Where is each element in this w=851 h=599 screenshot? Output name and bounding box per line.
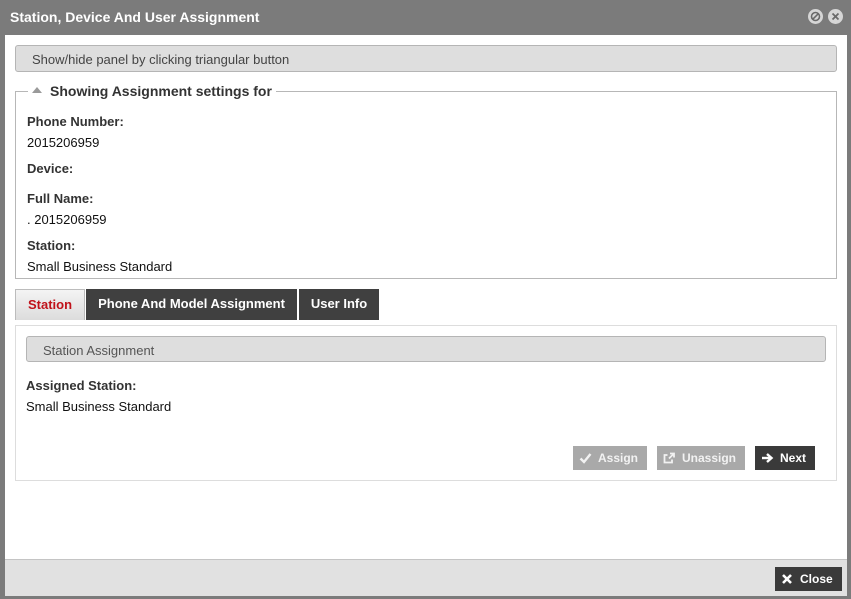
station-assignment-title: Station Assignment (43, 343, 155, 358)
dialog-content: Show/hide panel by clicking triangular b… (5, 35, 847, 559)
assign-label: Assign (598, 451, 639, 465)
full-name-value: . 2015206959 (27, 212, 107, 227)
station-label: Station: (27, 238, 76, 253)
toggle-panel-hint: Show/hide panel by clicking triangular b… (32, 52, 290, 67)
dialog-title: Station, Device And User Assignment (10, 9, 260, 25)
close-window-icon[interactable] (828, 9, 843, 24)
next-label: Next (780, 451, 807, 465)
dialog-footer: Close (5, 559, 847, 596)
unassign-label: Unassign (682, 451, 737, 465)
phone-number-value: 2015206959 (27, 135, 100, 150)
close-button[interactable]: Close (775, 567, 842, 591)
x-icon (782, 574, 792, 584)
station-assignment-header[interactable]: Station Assignment (26, 336, 826, 362)
minimize-icon[interactable] (808, 9, 823, 24)
arrow-right-icon (762, 453, 774, 463)
assignment-dialog: Station, Device And User Assignment Show… (0, 0, 851, 599)
close-label: Close (800, 572, 833, 586)
dialog-titlebar: Station, Device And User Assignment (0, 0, 851, 35)
tab-station[interactable]: Station (15, 289, 85, 320)
assignment-info-panel: Showing Assignment settings for Phone Nu… (15, 83, 837, 279)
full-name-label: Full Name: (27, 191, 94, 206)
next-button[interactable]: Next (755, 446, 815, 470)
station-value: Small Business Standard (27, 259, 173, 274)
assign-button[interactable]: Assign (573, 446, 647, 470)
checkmark-icon (579, 453, 592, 464)
assigned-station-label: Assigned Station: (26, 378, 137, 393)
tab-user-info[interactable]: User Info (299, 289, 379, 320)
toggle-panel-bar[interactable]: Show/hide panel by clicking triangular b… (15, 45, 837, 72)
unlink-icon (663, 452, 675, 464)
triangle-up-icon[interactable] (32, 87, 42, 94)
tab-phone-and-model-assignment[interactable]: Phone And Model Assignment (86, 289, 297, 320)
info-legend-text: Showing Assignment settings for (50, 83, 272, 99)
phone-number-label: Phone Number: (27, 114, 124, 129)
station-tab-panel: Station Assignment Assigned Station: Sma… (15, 325, 837, 481)
unassign-button[interactable]: Unassign (657, 446, 745, 470)
assigned-station-value: Small Business Standard (26, 399, 172, 414)
info-legend: Showing Assignment settings for (28, 83, 276, 99)
device-label: Device: (27, 161, 74, 176)
